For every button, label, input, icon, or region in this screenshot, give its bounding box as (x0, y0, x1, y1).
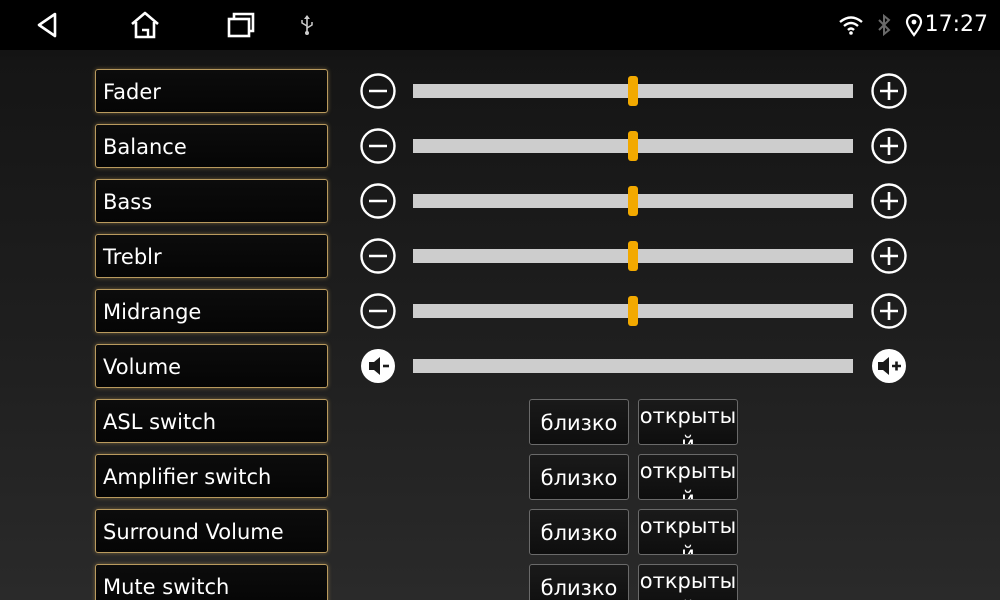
minus-icon[interactable] (360, 293, 396, 329)
wifi-icon (838, 0, 864, 50)
setting-label: ASL switch (95, 399, 328, 443)
plus-icon[interactable] (871, 293, 907, 329)
slider-track[interactable] (413, 186, 853, 216)
clock: 17:27 (924, 12, 988, 37)
minus-icon[interactable] (360, 238, 396, 274)
setting-label: Midrange (95, 289, 328, 333)
close-button[interactable]: близко (529, 399, 629, 445)
slider-row-bass: Bass (0, 179, 1000, 225)
close-button[interactable]: близко (529, 454, 629, 500)
open-button[interactable]: открытый (638, 399, 738, 445)
switch-row-surround-volume: Surround Volume близко открытый (0, 509, 1000, 555)
location-pin-icon (905, 0, 923, 50)
slider-thumb[interactable] (628, 241, 638, 271)
setting-label: Balance (95, 124, 328, 168)
slider-thumb[interactable] (628, 186, 638, 216)
recent-apps-icon[interactable] (223, 7, 259, 43)
usb-icon (298, 0, 316, 50)
switch-row-amplifier: Amplifier switch близко открытый (0, 454, 1000, 500)
volume-up-icon[interactable] (871, 348, 907, 384)
open-button[interactable]: открытый (638, 564, 738, 600)
slider-row-fader: Fader (0, 69, 1000, 115)
slider-track[interactable] (413, 296, 853, 326)
plus-icon[interactable] (871, 238, 907, 274)
slider-row-treble: Treblr (0, 234, 1000, 280)
close-button[interactable]: близко (529, 509, 629, 555)
slider-track[interactable] (413, 76, 853, 106)
open-button[interactable]: открытый (638, 509, 738, 555)
setting-label: Mute switch (95, 564, 328, 600)
audio-settings-screen: 17:27 Fader Balance Bass Treblr Midrange… (0, 0, 1000, 600)
setting-label: Amplifier switch (95, 454, 328, 498)
volume-down-icon[interactable] (360, 348, 396, 384)
slider-row-midrange: Midrange (0, 289, 1000, 335)
home-icon[interactable] (127, 7, 163, 43)
plus-icon[interactable] (871, 183, 907, 219)
system-bar: 17:27 (0, 0, 1000, 50)
slider-track[interactable] (413, 241, 853, 271)
setting-label: Surround Volume (95, 509, 328, 553)
plus-icon[interactable] (871, 128, 907, 164)
slider-thumb[interactable] (628, 76, 638, 106)
minus-icon[interactable] (360, 128, 396, 164)
close-button[interactable]: близко (529, 564, 629, 600)
slider-thumb[interactable] (628, 296, 638, 326)
switch-row-mute: Mute switch близко открытый (0, 564, 1000, 600)
slider-thumb[interactable] (628, 131, 638, 161)
setting-label: Bass (95, 179, 328, 223)
minus-icon[interactable] (360, 183, 396, 219)
setting-label: Fader (95, 69, 328, 113)
slider-row-volume: Volume (0, 344, 1000, 390)
back-icon[interactable] (30, 7, 66, 43)
slider-row-balance: Balance (0, 124, 1000, 170)
open-button[interactable]: открытый (638, 454, 738, 500)
plus-icon[interactable] (871, 73, 907, 109)
minus-icon[interactable] (360, 73, 396, 109)
bluetooth-icon (874, 0, 894, 50)
volume-track[interactable] (413, 359, 853, 373)
slider-track[interactable] (413, 131, 853, 161)
switch-row-asl: ASL switch близко открытый (0, 399, 1000, 445)
setting-label: Volume (95, 344, 328, 388)
setting-label: Treblr (95, 234, 328, 278)
